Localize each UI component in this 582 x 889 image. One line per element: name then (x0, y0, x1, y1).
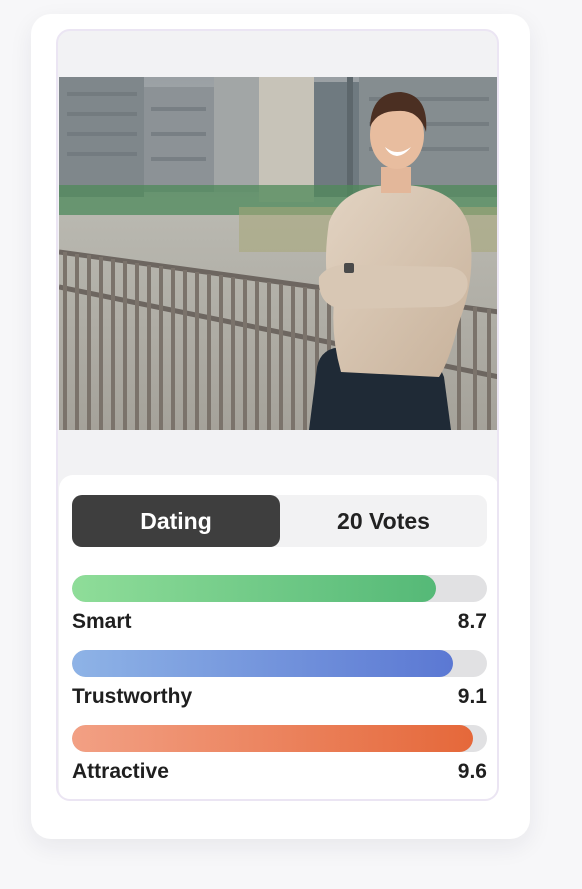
attractive-progress-track (72, 725, 487, 752)
smart-progress-track (72, 575, 487, 602)
profile-card: Dating 20 Votes Smart 8.7 Trustworthy 9.… (56, 29, 499, 801)
rating-panel: Dating 20 Votes Smart 8.7 Trustworthy 9.… (59, 475, 497, 799)
category-toggle[interactable]: Dating 20 Votes (72, 495, 487, 547)
smart-progress-fill (72, 575, 436, 602)
trustworthy-progress-fill (72, 650, 453, 677)
dating-tab[interactable]: Dating (72, 495, 280, 547)
metric-trustworthy: Trustworthy 9.1 (72, 650, 487, 720)
votes-count: 20 Votes (337, 507, 430, 534)
trustworthy-label: Trustworthy (72, 685, 193, 708)
profile-photo (59, 77, 497, 430)
metric-smart: Smart 8.7 (72, 575, 487, 645)
trustworthy-progress-track (72, 650, 487, 677)
smart-score: 8.7 (457, 610, 487, 633)
attractive-label: Attractive (72, 760, 169, 783)
smart-label: Smart (72, 610, 132, 633)
trustworthy-score: 9.1 (457, 685, 487, 708)
attractive-score: 9.6 (457, 760, 487, 783)
attractive-progress-fill (72, 725, 473, 752)
metric-attractive: Attractive 9.6 (72, 725, 487, 795)
